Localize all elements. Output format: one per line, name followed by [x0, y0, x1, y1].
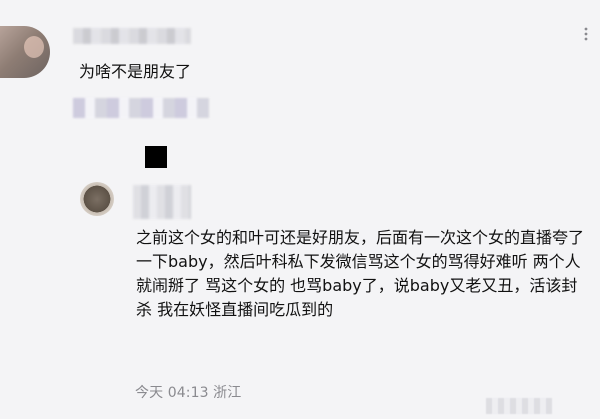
- comment-avatar: [0, 26, 50, 78]
- more-icon[interactable]: [578, 26, 594, 42]
- reply-text: 之前这个女的和叶可还是好朋友，后面有一次这个女的直播夸了一下baby，然后叶科私…: [136, 228, 585, 319]
- blurred-reply-username: [133, 185, 191, 219]
- redaction-block: [145, 146, 167, 168]
- reply-avatar: [80, 182, 114, 216]
- reply-location: 浙江: [213, 385, 242, 401]
- blurred-username: [73, 28, 191, 44]
- watermark: [486, 398, 552, 414]
- blurred-reply-preview: [73, 98, 209, 118]
- reply-meta: 今天 04:13 浙江: [135, 384, 241, 402]
- comment-text: 为啥不是朋友了: [79, 62, 192, 81]
- reply-time: 今天 04:13: [135, 385, 209, 401]
